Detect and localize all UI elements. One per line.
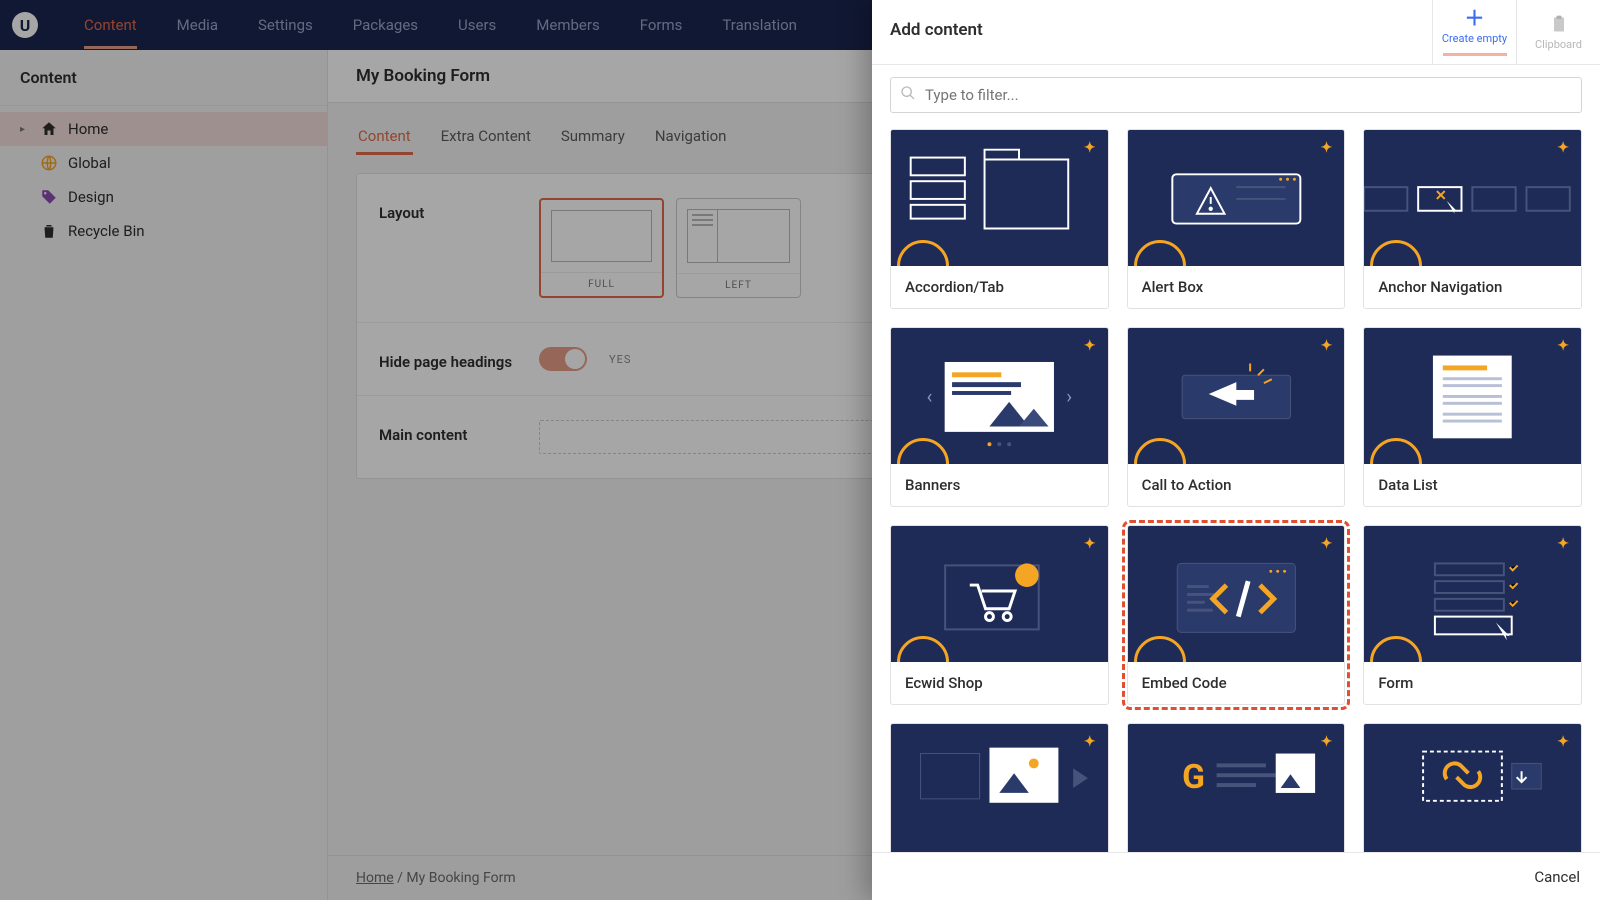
- card-label: Banners: [891, 464, 1108, 506]
- create-empty-button[interactable]: ＋ Create empty: [1432, 0, 1516, 64]
- card-label: Data List: [1364, 464, 1581, 506]
- card-banners[interactable]: ✦ ‹› Banners: [890, 327, 1109, 507]
- content-type-grid: ✦ Accordion/Tab ✦ Alert Box ✦: [890, 129, 1582, 852]
- plus-icon: ＋: [1465, 8, 1485, 28]
- card-label: Embed Code: [1128, 662, 1345, 704]
- flyout-title: Add content: [872, 0, 1432, 64]
- card-label: Alert Box: [1128, 266, 1345, 308]
- card-google-block[interactable]: ✦ G: [1127, 723, 1346, 852]
- card-alert-box[interactable]: ✦ Alert Box: [1127, 129, 1346, 309]
- card-form[interactable]: ✦ Form: [1363, 525, 1582, 705]
- card-accordion-tab[interactable]: ✦ Accordion/Tab: [890, 129, 1109, 309]
- cancel-button[interactable]: Cancel: [1534, 868, 1580, 886]
- modal-scrim[interactable]: [0, 0, 872, 900]
- clipboard-button[interactable]: Clipboard: [1516, 0, 1600, 64]
- card-anchor-navigation[interactable]: ✦ Anchor Navigation: [1363, 129, 1582, 309]
- card-label: Ecwid Shop: [891, 662, 1108, 704]
- clipboard-icon: [1549, 14, 1569, 34]
- card-ecwid-shop[interactable]: ✦ Ecwid Shop: [890, 525, 1109, 705]
- clipboard-label: Clipboard: [1535, 38, 1582, 51]
- filter-input[interactable]: [890, 77, 1582, 113]
- card-image-gallery[interactable]: ✦: [890, 723, 1109, 852]
- add-content-flyout: Add content ＋ Create empty Clipboard ✦: [872, 0, 1600, 900]
- card-call-to-action[interactable]: ✦ Call to Action: [1127, 327, 1346, 507]
- card-label: Form: [1364, 662, 1581, 704]
- card-link-block[interactable]: ✦: [1363, 723, 1582, 852]
- card-label: Accordion/Tab: [891, 266, 1108, 308]
- svg-text:‹: ‹: [926, 385, 932, 408]
- search-icon: [900, 85, 916, 105]
- card-label: Anchor Navigation: [1364, 266, 1581, 308]
- card-embed-code[interactable]: ✦ Embed Code: [1127, 525, 1346, 705]
- create-empty-label: Create empty: [1442, 32, 1507, 45]
- svg-text:G: G: [1182, 758, 1205, 797]
- svg-text:›: ›: [1066, 385, 1072, 408]
- card-data-list[interactable]: ✦ Data List: [1363, 327, 1582, 507]
- card-label: Call to Action: [1128, 464, 1345, 506]
